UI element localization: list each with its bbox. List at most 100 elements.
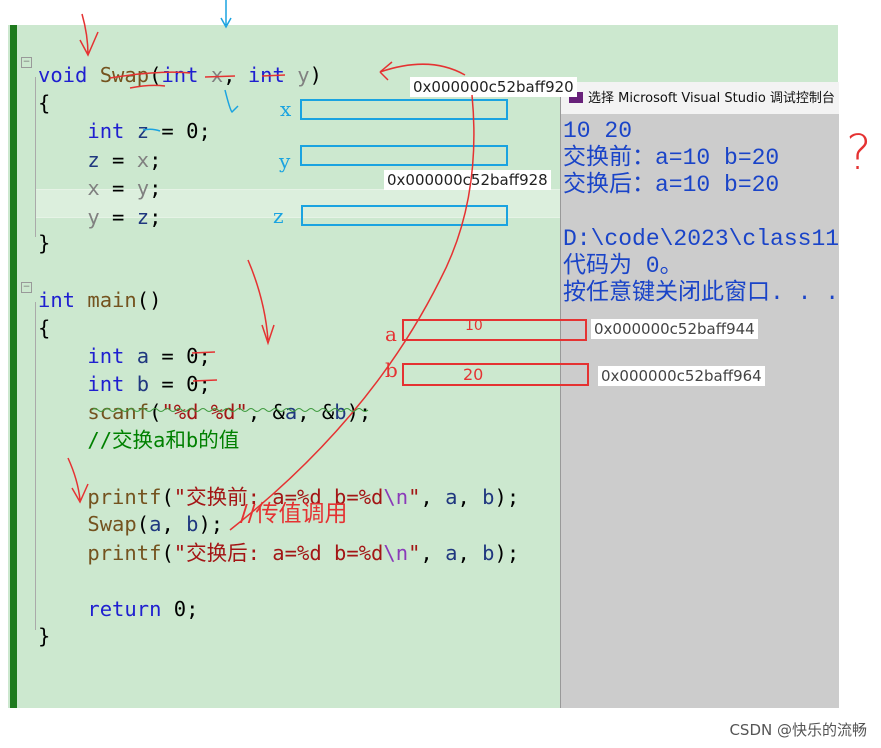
code-token-param: y [136, 176, 150, 200]
label-a: a [385, 322, 397, 346]
code-token-plain: , [161, 512, 187, 536]
code-line[interactable]: z = x; [38, 146, 161, 174]
debug-console-window[interactable]: 选择 Microsoft Visual Studio 调试控制台 10 20 交换… [560, 82, 839, 708]
code-token-plain: { [38, 316, 51, 340]
arrow-stroke [220, 0, 232, 29]
code-line[interactable]: } [38, 622, 50, 650]
code-line[interactable]: int a = 0; [38, 342, 211, 370]
code-token-function: scanf [87, 400, 150, 424]
code-token-function: printf [87, 485, 162, 509]
code-token-plain: ( [149, 400, 162, 424]
code-line[interactable]: int b = 0; [38, 370, 211, 398]
memory-box-a [402, 319, 587, 341]
code-line[interactable]: { [38, 89, 50, 117]
code-token-plain: , [420, 541, 446, 565]
code-token-plain: ( [161, 541, 174, 565]
code-token-param: x [87, 176, 100, 200]
code-token-plain: = 0; [149, 372, 211, 396]
label-b: b [385, 358, 398, 382]
code-token-plain: ); [198, 512, 224, 536]
code-line[interactable]: scanf("%d %d", &a, &b); [38, 398, 371, 426]
code-token-param: x [210, 63, 224, 87]
code-token-plain: ); [494, 485, 520, 509]
address-x: 0x000000c52baff920 [410, 77, 577, 97]
code-token-plain: = 0; [149, 344, 211, 368]
code-token-param: y [297, 63, 310, 87]
code-token-keyword: void [38, 63, 88, 87]
code-token-comment: //交换a和b的值 [87, 428, 240, 452]
code-token-plain: } [38, 231, 51, 255]
console-output-line: D:\code\2023\class112 [563, 226, 839, 252]
code-token-plain: = [99, 148, 137, 172]
code-token-plain: ( [161, 485, 174, 509]
code-token-plain: , [457, 485, 483, 509]
code-token-keyword: int [87, 372, 125, 396]
code-line[interactable]: } [38, 229, 50, 257]
code-token-escape: \n [383, 485, 409, 509]
code-token-local: z [136, 119, 150, 143]
label-z: z [273, 204, 284, 228]
code-token-plain: , [223, 63, 248, 87]
code-token-plain: = [99, 205, 137, 229]
code-token-string: " [408, 485, 421, 509]
code-token-plain: ); [494, 541, 520, 565]
console-title-bar[interactable]: 选择 Microsoft Visual Studio 调试控制台 [561, 82, 839, 114]
code-token-keyword: int [87, 119, 125, 143]
console-output-line: 交换后：a=10 b=20 [563, 172, 780, 198]
code-token-param: y [87, 205, 100, 229]
address-b: 0x000000c52baff964 [598, 366, 765, 386]
code-token-string: "%d %d" [161, 400, 248, 424]
code-line[interactable]: { [38, 314, 50, 342]
console-output-line: 按任意键关闭此窗口. . . [563, 280, 839, 306]
collapse-icon[interactable]: − [21, 282, 32, 293]
code-line[interactable]: y = z; [38, 203, 161, 231]
memory-box-x [300, 99, 508, 120]
memory-box-b [402, 363, 589, 386]
code-token-keyword: return [87, 597, 162, 621]
code-token-function: Swap [87, 512, 137, 536]
code-token-string: "交换后: a=%d b=%d [173, 541, 384, 565]
code-token-local: a [284, 400, 298, 424]
code-token-local: a [136, 344, 150, 368]
console-title: 选择 Microsoft Visual Studio 调试控制台 [588, 91, 835, 106]
code-line[interactable]: int main() [38, 286, 161, 314]
code-token-plain: , & [247, 400, 285, 424]
code-line[interactable]: //交换a和b的值 [38, 426, 239, 454]
code-line[interactable]: x = y; [38, 174, 161, 202]
code-line[interactable]: Swap(a, b); [38, 510, 223, 538]
watermark: CSDN @快乐的流畅 [729, 721, 867, 739]
label-y: y [279, 149, 291, 173]
code-line[interactable]: printf("交换后: a=%d b=%d\n", a, b); [38, 539, 519, 567]
code-token-local: a [149, 512, 162, 536]
code-line[interactable]: return 0; [38, 595, 198, 623]
code-token-local: z [87, 148, 100, 172]
scope-guide [35, 302, 36, 630]
code-token-plain: ( [149, 63, 162, 87]
handwritten-comment: //传值调用 [240, 501, 348, 527]
code-line[interactable]: void Swap(int x, int y) [38, 61, 322, 89]
scope-guide [35, 77, 36, 237]
code-token-plain: { [38, 91, 51, 115]
collapse-icon[interactable]: − [21, 57, 32, 68]
value-a: 10 [465, 318, 483, 334]
code-token-function: printf [87, 541, 162, 565]
code-token-plain: ( [136, 512, 150, 536]
code-token-keyword: int [247, 63, 285, 87]
code-token-plain: , [457, 541, 483, 565]
code-line[interactable]: int z = 0; [38, 117, 210, 145]
code-token-plain: , [420, 485, 446, 509]
console-output-line: 交换前：a=10 b=20 [563, 145, 780, 171]
code-token-escape: \n [383, 541, 409, 565]
